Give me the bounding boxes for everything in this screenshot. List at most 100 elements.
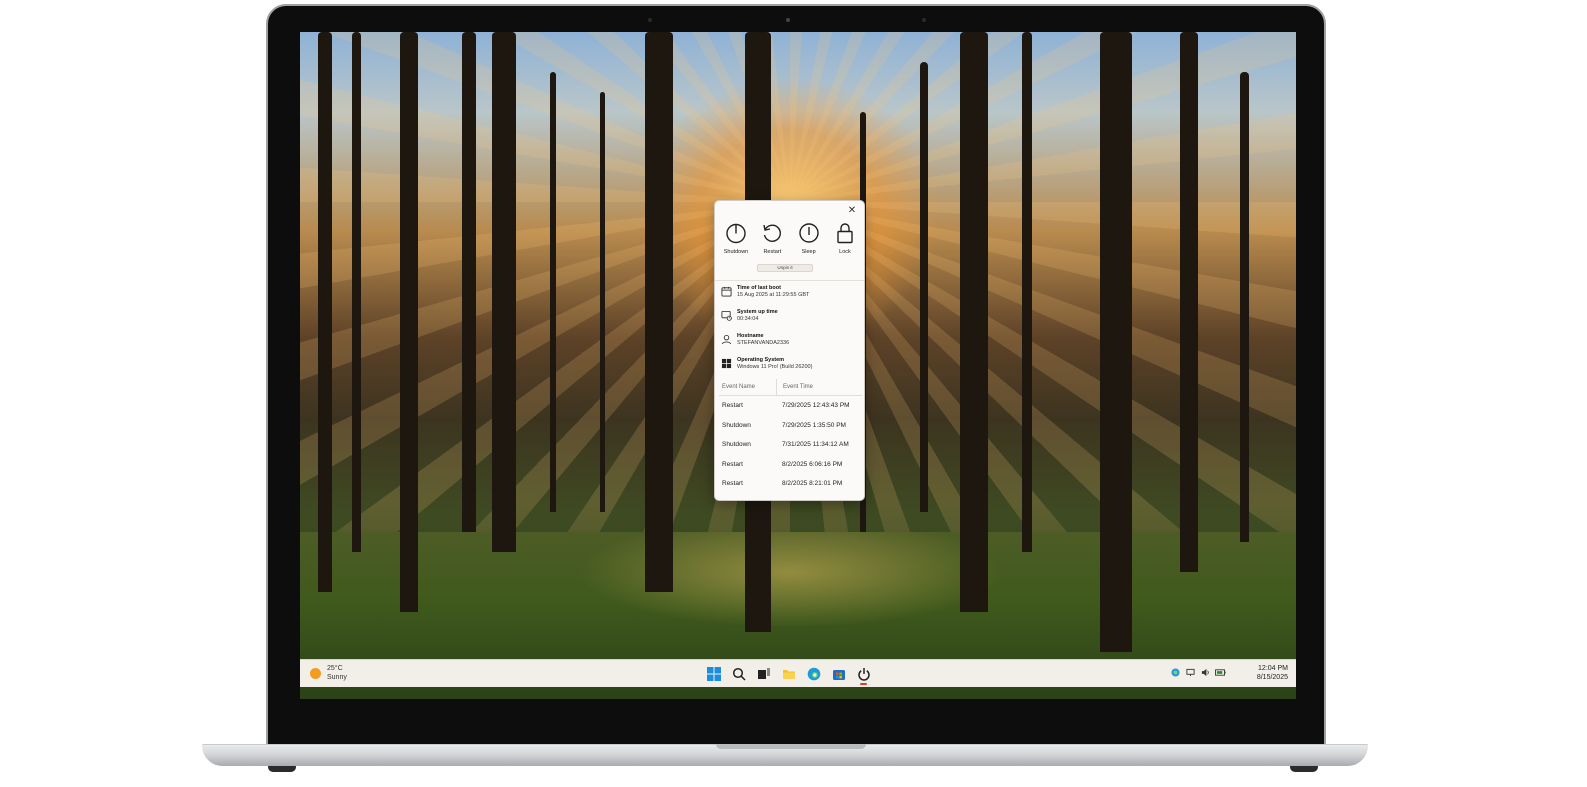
power-app-button[interactable] <box>854 664 873 685</box>
event-time-cell: 7/29/2025 12:43:43 PM <box>782 402 850 410</box>
info-last-boot: Time of last boot 15 Aug 2025 at 11:29:5… <box>715 281 864 305</box>
store-icon <box>832 669 845 680</box>
power-actions: Shutdown Restart Sleep Lock <box>720 221 861 255</box>
tree-trunk <box>920 62 928 512</box>
shutdown-button[interactable]: Shutdown <box>720 221 752 255</box>
lock-label: Lock <box>839 249 851 255</box>
tree-trunk <box>318 32 332 592</box>
restart-icon <box>763 224 782 242</box>
event-name-cell: Restart <box>722 402 743 410</box>
tree-trunk <box>492 32 516 552</box>
laptop-foot <box>268 766 296 772</box>
calendar-icon <box>721 286 732 297</box>
camera-dot <box>786 18 790 22</box>
table-row[interactable]: Restart 8/2/2025 8:21:01 PM <box>719 474 862 494</box>
info-uptime: System up time 00:34:04 <box>715 305 864 329</box>
table-row[interactable]: Restart 7/29/2025 12:43:43 PM <box>719 396 862 416</box>
tree-trunk <box>1240 72 1249 542</box>
tree-trunk <box>462 32 476 532</box>
event-name-cell: Shutdown <box>722 421 751 429</box>
tree-trunk <box>1180 32 1198 572</box>
power-icon <box>726 223 746 244</box>
shutdown-label: Shutdown <box>723 249 749 255</box>
table-row[interactable]: Restart 8/2/2025 6:06:16 PM <box>719 455 862 475</box>
sleep-label: Sleep <box>801 249 816 255</box>
close-button[interactable]: ✕ <box>846 204 858 216</box>
tree-trunk <box>1022 32 1032 552</box>
event-time-cell: 7/29/2025 1:35:50 PM <box>782 421 846 429</box>
tree-trunk <box>550 72 556 512</box>
info-title: Operating System <box>737 357 785 363</box>
sleep-button[interactable]: Sleep <box>793 221 825 255</box>
tree-trunk <box>600 92 605 512</box>
system-tray <box>1170 667 1226 678</box>
info-value: STEFANVANDA2336 <box>737 340 790 346</box>
column-header-event-name[interactable]: Event Name <box>719 378 777 396</box>
lock-icon <box>837 223 853 244</box>
laptop-foot <box>1290 766 1318 772</box>
volume-icon[interactable] <box>1200 667 1211 678</box>
sensor-dot <box>648 18 652 22</box>
clock-date: 8/15/2025 <box>1256 674 1288 681</box>
taskbar-apps <box>704 664 873 685</box>
battery-icon[interactable] <box>1215 667 1226 678</box>
lock-button[interactable]: Lock <box>829 221 861 255</box>
power-flyout: ✕ Shutdown Restart Sleep Lock Unpin it T… <box>714 200 865 501</box>
user-icon <box>721 334 732 345</box>
network-icon[interactable] <box>1185 667 1196 678</box>
sleep-icon <box>798 223 819 243</box>
weather-temp: 25°C <box>327 665 343 672</box>
sensor-dot <box>922 18 926 22</box>
taskbar-clock[interactable]: 12:04 PM 8/15/2025 <box>1257 664 1288 682</box>
events-header: Event Name Event Time <box>719 378 862 396</box>
event-name-cell: Restart <box>722 480 743 488</box>
sun-icon <box>310 667 321 679</box>
tree-trunk <box>400 32 418 612</box>
start-icon <box>706 666 721 681</box>
start-button[interactable] <box>704 664 723 683</box>
info-title: System up time <box>737 309 778 315</box>
edge-icon <box>807 667 820 680</box>
info-hostname: Hostname STEFANVANDA2336 <box>715 329 864 353</box>
desktop-screen: ✕ Shutdown Restart Sleep Lock Unpin it T… <box>300 32 1296 699</box>
info-title: Time of last boot <box>737 285 781 291</box>
event-time-cell: 8/2/2025 8:21:01 PM <box>782 480 843 488</box>
info-value: Windows 11 Pro! (Build 26200) <box>737 364 813 370</box>
event-time-cell: 8/2/2025 6:06:16 PM <box>782 460 843 468</box>
laptop-mockup: ✕ Shutdown Restart Sleep Lock Unpin it T… <box>0 0 1587 787</box>
tree-trunk <box>645 32 673 592</box>
table-row[interactable]: Shutdown 7/31/2025 11:34:12 AM <box>719 435 862 455</box>
file-explorer-icon <box>782 669 795 679</box>
task-view-button[interactable] <box>754 664 773 683</box>
weather-condition: Sunny <box>327 674 347 681</box>
windows-logo-icon <box>721 358 732 369</box>
system-info-list: Time of last boot 15 Aug 2025 at 11:29:5… <box>715 280 864 377</box>
defender-icon[interactable] <box>1170 667 1181 678</box>
tree-trunk <box>1100 32 1132 652</box>
restart-button[interactable]: Restart <box>756 221 788 255</box>
info-os: Operating System Windows 11 Pro! (Build … <box>715 353 864 377</box>
tree-trunk <box>960 32 988 612</box>
unpin-button[interactable]: Unpin it <box>757 264 813 272</box>
column-header-event-time[interactable]: Event Time <box>777 379 862 396</box>
info-value: 00:34:04 <box>737 316 759 322</box>
events-table: Event Name Event Time Restart 7/29/2025 … <box>719 378 862 494</box>
file-explorer-button[interactable] <box>779 664 798 683</box>
clock-time: 12:04 PM <box>1258 665 1288 672</box>
info-title: Hostname <box>737 333 764 339</box>
restart-label: Restart <box>763 249 782 255</box>
search-button[interactable] <box>729 664 748 683</box>
edge-button[interactable] <box>804 664 823 683</box>
event-time-cell: 7/31/2025 11:34:12 AM <box>782 441 849 449</box>
task-view-icon <box>757 667 770 679</box>
search-icon <box>732 667 746 681</box>
event-name-cell: Restart <box>722 460 743 468</box>
power-app-icon <box>857 667 870 681</box>
table-row[interactable]: Shutdown 7/29/2025 1:35:50 PM <box>719 416 862 436</box>
uptime-icon <box>721 310 732 321</box>
taskbar: 25°C Sunny 12:04 PM 8/15/2025 <box>300 659 1296 687</box>
weather-widget[interactable]: 25°C Sunny <box>310 664 347 682</box>
tree-trunk <box>352 32 361 552</box>
store-button[interactable] <box>829 664 848 683</box>
event-name-cell: Shutdown <box>722 441 751 449</box>
